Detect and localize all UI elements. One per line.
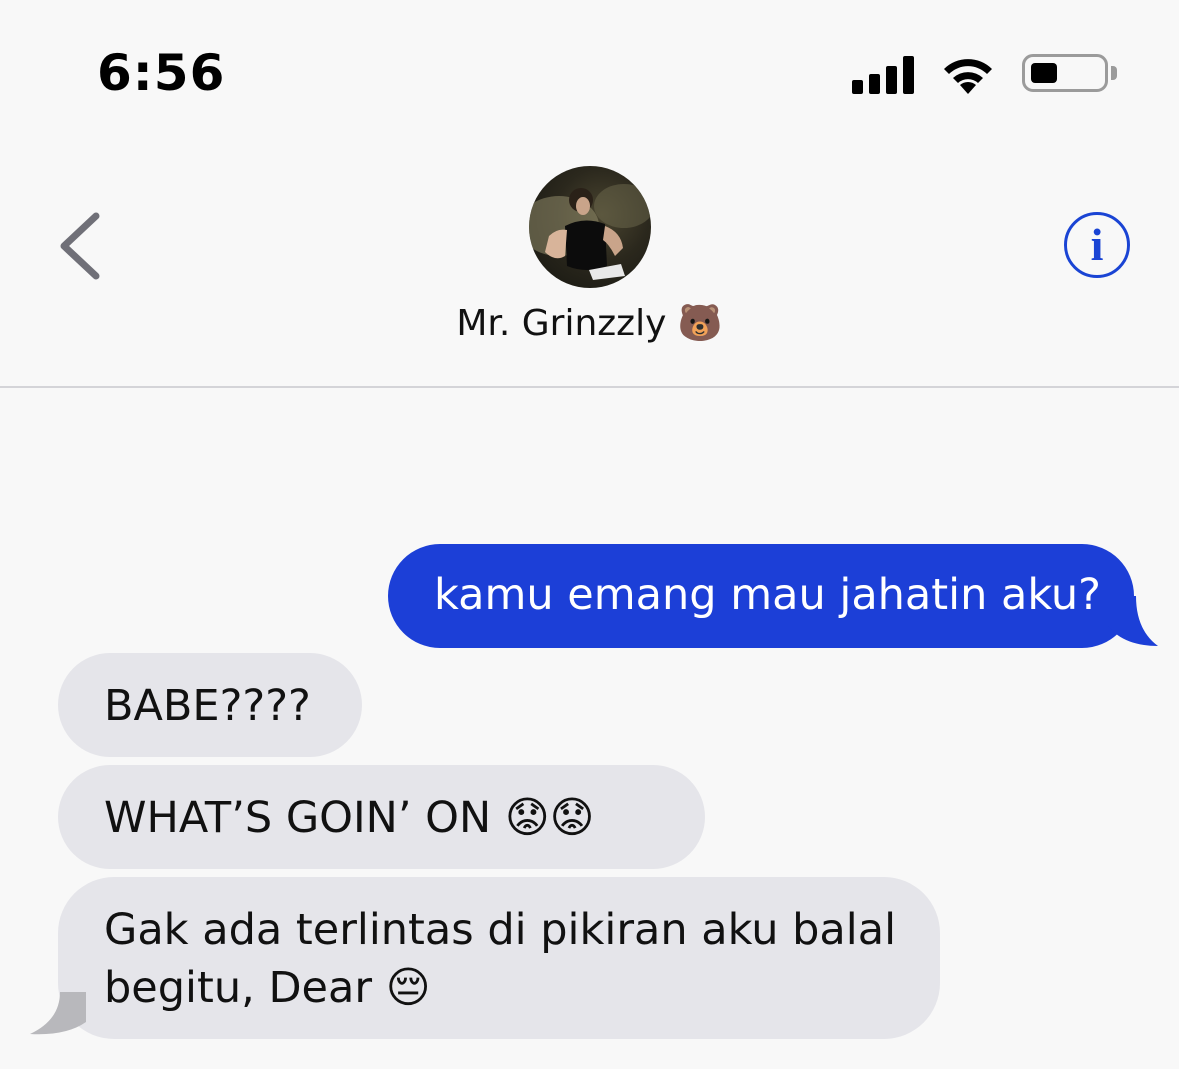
message-bubble-received[interactable]: WHAT’S GOIN’ ON 😟😟 [58, 765, 705, 869]
message-text: WHAT’S GOIN’ ON 😟😟 [104, 793, 595, 843]
contact-name[interactable]: Mr. Grinzzly 🐻 [0, 302, 1179, 344]
message-text: kamu emang mau jahatin aku? [434, 570, 1102, 620]
info-icon[interactable]: i [1064, 212, 1130, 278]
received-bubble-tail [30, 992, 86, 1035]
cellular-signal-icon [852, 56, 916, 94]
contact-avatar[interactable] [529, 166, 651, 288]
battery-level [1031, 63, 1057, 83]
header-divider [0, 386, 1179, 388]
message-bubble-received[interactable]: BABE???? [58, 653, 362, 757]
wifi-icon [944, 59, 992, 94]
sent-bubble-tail [1108, 596, 1158, 646]
battery-icon [1022, 54, 1108, 92]
avatar-photo [529, 184, 651, 280]
message-bubble-sent[interactable]: kamu emang mau jahatin aku? [388, 544, 1134, 648]
message-text: BABE???? [104, 681, 311, 731]
message-bubble-received[interactable]: Gak ada terlintas di pikiran aku balal b… [58, 877, 940, 1039]
messages-screen: 6:56 Mr. Grinzzly 🐻 i kamu emang mau jah… [0, 0, 1179, 1069]
battery-cap [1111, 66, 1117, 80]
status-time: 6:56 [97, 44, 226, 102]
back-chevron-icon[interactable] [52, 210, 108, 282]
message-text: Gak ada terlintas di pikiran aku balal b… [104, 905, 897, 1013]
